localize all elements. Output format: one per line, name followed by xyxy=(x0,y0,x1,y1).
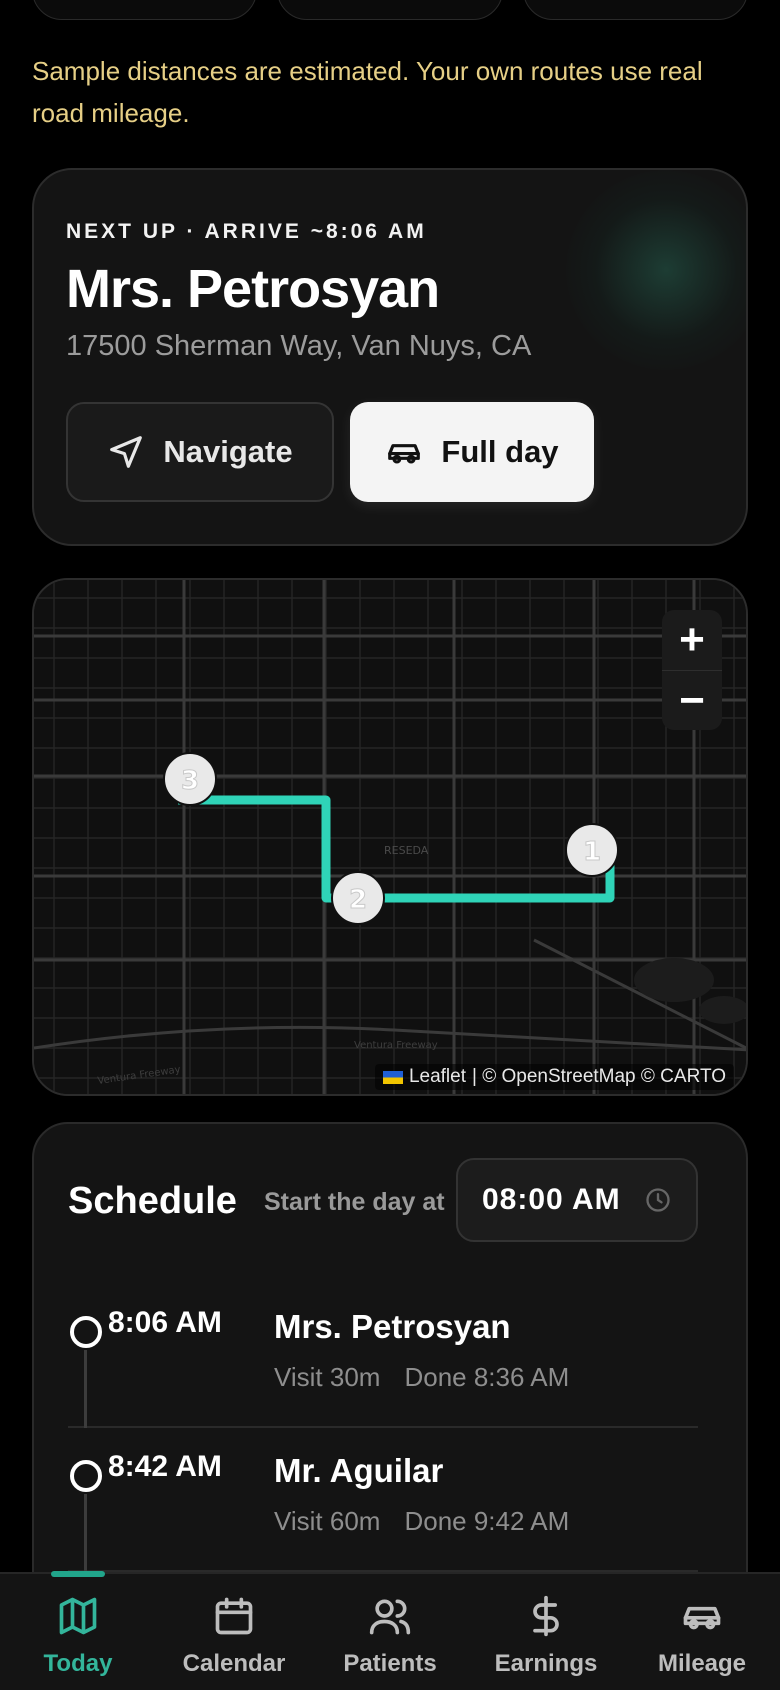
navigate-label: Navigate xyxy=(163,434,293,469)
top-card-stub[interactable] xyxy=(522,0,748,20)
timeline-dot xyxy=(70,1460,102,1492)
timeline-dot xyxy=(70,1316,102,1348)
route-marker-3[interactable]: 3 xyxy=(163,752,217,806)
map-attribution: Leaflet | © OpenStreetMap © CARTO xyxy=(374,1064,734,1090)
top-card-stub[interactable] xyxy=(32,0,258,20)
tab-calendar-label: Calendar xyxy=(182,1650,286,1677)
tab-mileage[interactable]: Mileage xyxy=(624,1574,780,1690)
visit-meta: Visit 30m Done 8:36 AM xyxy=(274,1362,569,1393)
ukraine-flag-icon xyxy=(382,1070,403,1084)
sample-distance-notice: Sample distances are estimated. Your own… xyxy=(32,56,703,128)
top-cards-partial xyxy=(32,0,748,20)
full-day-label: Full day xyxy=(441,434,559,469)
visit-duration: Visit 60m xyxy=(274,1506,381,1536)
visit-done-time: Done 8:36 AM xyxy=(404,1362,570,1392)
bottom-tab-bar: Today Calendar Patients Earnings Mileage xyxy=(0,1572,780,1690)
marker-1-label: 1 xyxy=(583,837,601,867)
schedule-row[interactable]: 8:42 AM Mr. Aguilar Visit 60m Done 9:42 … xyxy=(68,1428,698,1572)
calendar-icon xyxy=(215,1597,253,1635)
visit-arrival-time: 8:06 AM xyxy=(108,1306,222,1339)
next-patient-name: Mrs. Petrosyan xyxy=(66,259,440,319)
tab-calendar[interactable]: Calendar xyxy=(156,1574,312,1690)
car-icon xyxy=(683,1606,721,1630)
zoom-in-button[interactable]: + xyxy=(662,610,722,670)
top-card-stub[interactable] xyxy=(277,0,503,20)
schedule-row[interactable]: 8:06 AM Mrs. Petrosyan Visit 30m Done 8:… xyxy=(68,1284,698,1428)
timeline-line xyxy=(84,1494,87,1572)
car-icon xyxy=(388,444,421,464)
attribution-text[interactable]: | © OpenStreetMap © CARTO xyxy=(472,1066,726,1088)
zoom-out-button[interactable]: − xyxy=(662,670,722,730)
timeline-line xyxy=(84,1350,87,1428)
zoom-control: + − xyxy=(662,610,722,730)
visit-arrival-time: 8:42 AM xyxy=(108,1450,222,1483)
map-icon xyxy=(59,1597,97,1635)
map-tiles[interactable]: RESEDA Ventura Freeway Ventura Freeway 3… xyxy=(34,580,748,1096)
tab-today[interactable]: Today xyxy=(0,1574,156,1690)
tab-earnings-label: Earnings xyxy=(494,1650,598,1677)
start-time-value: 08:00 AM xyxy=(482,1183,621,1216)
navigation-arrow-icon xyxy=(110,436,143,468)
schedule-title: Schedule xyxy=(68,1180,237,1222)
tab-today-label: Today xyxy=(43,1650,113,1677)
route-marker-1[interactable]: 1 xyxy=(565,823,619,877)
route-marker-2[interactable]: 2 xyxy=(331,871,385,925)
next-up-card: NEXT UP · ARRIVE ~8:06 AM Mrs. Petrosyan… xyxy=(32,168,748,546)
full-day-button[interactable]: Full day xyxy=(350,402,594,502)
route-map[interactable]: RESEDA Ventura Freeway Ventura Freeway 3… xyxy=(32,578,748,1096)
tab-earnings[interactable]: Earnings xyxy=(468,1574,624,1690)
visit-duration: Visit 30m xyxy=(274,1362,381,1392)
card-glow xyxy=(566,170,746,370)
map-label-reseda: RESEDA xyxy=(384,844,429,857)
next-up-eyebrow: NEXT UP · ARRIVE ~8:06 AM xyxy=(66,220,427,243)
clock-icon xyxy=(646,1188,670,1212)
marker-2-label: 2 xyxy=(349,885,367,915)
leaflet-link[interactable]: Leaflet xyxy=(409,1066,466,1088)
users-icon xyxy=(369,1599,411,1635)
map-label-freeway: Ventura Freeway xyxy=(354,1040,438,1051)
start-time-input[interactable]: 08:00 AM xyxy=(456,1158,698,1242)
next-patient-address: 17500 Sherman Way, Van Nuys, CA xyxy=(66,330,532,362)
tab-mileage-label: Mileage xyxy=(657,1650,747,1677)
marker-3-label: 3 xyxy=(181,766,199,796)
visit-patient-name: Mr. Aguilar xyxy=(274,1452,444,1489)
navigate-button[interactable]: Navigate xyxy=(66,402,334,502)
tab-patients-label: Patients xyxy=(343,1650,437,1677)
tab-patients[interactable]: Patients xyxy=(312,1574,468,1690)
start-day-label: Start the day at xyxy=(264,1188,445,1216)
visit-done-time: Done 9:42 AM xyxy=(404,1506,570,1536)
dollar-icon xyxy=(533,1595,559,1637)
visit-patient-name: Mrs. Petrosyan xyxy=(274,1308,511,1345)
visit-meta: Visit 60m Done 9:42 AM xyxy=(274,1506,569,1537)
